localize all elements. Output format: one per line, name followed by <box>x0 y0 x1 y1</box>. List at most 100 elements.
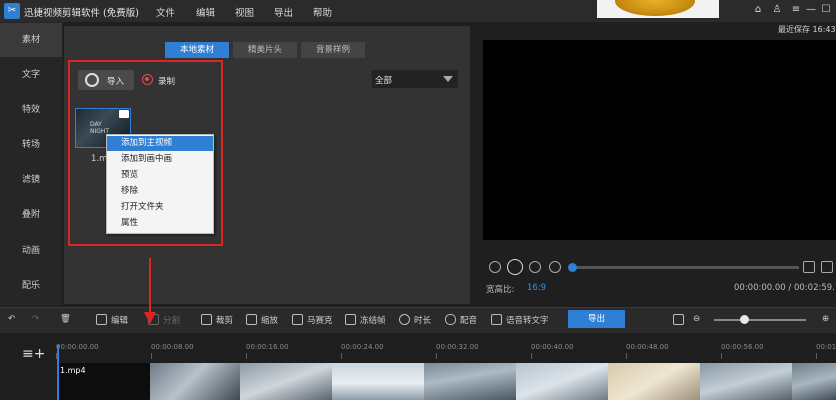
time-readout: 00:00:00.00 / 00:02:59.75 <box>734 283 836 293</box>
record-label: 录制 <box>158 77 176 87</box>
ctx-preview[interactable]: 预览 <box>107 168 213 183</box>
ctx-properties[interactable]: 属性 <box>107 216 213 231</box>
menu-help[interactable]: 帮助 <box>313 5 332 19</box>
sidebar-item-music[interactable]: 配乐 <box>0 269 62 303</box>
sidebar-item-effects[interactable]: 特效 <box>0 93 62 127</box>
speech-to-text-button[interactable]: 语音转文字 <box>491 314 549 328</box>
clip-frame <box>516 363 608 400</box>
export-button[interactable]: 导出 <box>568 310 625 328</box>
undo-icon[interactable]: ↶ <box>8 314 15 328</box>
annotation-arrow <box>149 258 151 314</box>
edit-toolbar: ↶ ↷ 🗑 编辑 分割 裁剪 缩放 马赛克 冻结帧 时长 配音 语音转文字 ⊖ … <box>0 307 836 333</box>
sidebar-item-overlay[interactable]: 叠附 <box>0 198 62 232</box>
ctx-add-to-pip[interactable]: 添加到画中画 <box>107 152 213 167</box>
video-clip[interactable] <box>58 363 836 400</box>
timeline-playhead[interactable] <box>57 345 59 400</box>
player-controls <box>483 256 836 278</box>
title-bar: ✂ 迅捷视频剪辑软件 (免费版) 文件 编辑 视图 导出 帮助 ⌂ ♙ ≡ — … <box>0 0 836 22</box>
autosave-status: 最近保存 16:43 <box>778 25 836 34</box>
shirt-icon[interactable]: ♙ <box>770 3 784 17</box>
record-icon <box>142 74 153 85</box>
sidebar-item-filters[interactable]: 滤镜 <box>0 163 62 197</box>
ctx-open-folder[interactable]: 打开文件夹 <box>107 200 213 215</box>
menu-file[interactable]: 文件 <box>156 5 175 19</box>
timeline-zoom-slider[interactable] <box>714 319 806 321</box>
stop-icon[interactable] <box>549 261 561 273</box>
tick-label: 00:00:16.00 <box>246 343 289 351</box>
time-current: 00:00:00.00 <box>734 283 786 293</box>
menu-icon[interactable]: ≡ <box>789 3 803 17</box>
freeze-frame-icon <box>345 314 356 325</box>
mosaic-button[interactable]: 马赛克 <box>292 314 333 328</box>
minimize-icon[interactable]: — <box>804 3 818 17</box>
prev-frame-icon[interactable] <box>489 261 501 273</box>
record-option[interactable]: 录制 <box>142 70 202 90</box>
clip-frame <box>424 363 516 400</box>
seek-bar[interactable] <box>571 266 799 269</box>
fullscreen-icon[interactable] <box>821 261 833 273</box>
tab-local-media[interactable]: 本地素材 <box>165 42 229 58</box>
promo-banner[interactable] <box>597 0 719 18</box>
seek-handle[interactable] <box>568 263 577 272</box>
clip-frame <box>700 363 792 400</box>
aspect-ratio-value[interactable]: 16:9 <box>527 283 546 293</box>
thumbnail-image-text: DAY NIGHT <box>90 121 110 135</box>
maximize-icon[interactable]: ☐ <box>819 3 833 17</box>
delete-icon[interactable]: 🗑 <box>60 314 71 328</box>
freeze-frame-button[interactable]: 冻结帧 <box>345 314 386 328</box>
import-label: 导入 <box>107 77 125 87</box>
app-logo-icon: ✂ <box>4 3 20 19</box>
home-icon[interactable]: ⌂ <box>751 3 765 17</box>
redo-icon[interactable]: ↷ <box>32 314 39 328</box>
menu-edit[interactable]: 编辑 <box>196 5 215 19</box>
timeline-zoom-handle[interactable] <box>740 315 749 324</box>
video-preview <box>483 40 836 240</box>
coin-image <box>615 0 695 16</box>
screen-fit-icon[interactable] <box>673 314 688 328</box>
filter-value: 全部 <box>375 76 393 86</box>
crop-icon <box>201 314 212 325</box>
add-track-icon[interactable]: ≡+ <box>22 346 45 362</box>
import-icon <box>85 73 99 87</box>
ctx-add-to-main-video[interactable]: 添加到主视频 <box>107 136 213 151</box>
play-icon[interactable] <box>507 259 523 275</box>
menu-view[interactable]: 视图 <box>235 5 254 19</box>
tick-label: 00:01:04.00 <box>816 343 836 351</box>
volume-icon[interactable] <box>803 261 815 273</box>
tab-intros[interactable]: 精美片头 <box>233 42 297 58</box>
microphone-icon <box>445 314 456 325</box>
sidebar-item-text[interactable]: 文字 <box>0 58 62 92</box>
clock-icon <box>399 314 410 325</box>
sidebar-item-media[interactable]: 素材 <box>0 23 62 57</box>
mosaic-icon <box>292 314 303 325</box>
category-sidebar: 素材 文字 特效 转场 滤镜 叠附 动画 配乐 <box>0 22 62 306</box>
zoom-button[interactable]: 缩放 <box>246 314 278 328</box>
video-badge-icon <box>119 110 129 118</box>
media-filter-select[interactable]: 全部 <box>372 70 458 88</box>
tab-backgrounds[interactable]: 背景样例 <box>301 42 365 58</box>
sidebar-item-transitions[interactable]: 转场 <box>0 128 62 162</box>
aspect-ratio-label: 宽高比: <box>486 285 515 295</box>
ctx-remove[interactable]: 移除 <box>107 184 213 199</box>
dubbing-button[interactable]: 配音 <box>445 314 477 328</box>
edit-button[interactable]: 编辑 <box>96 314 128 328</box>
timeline-ruler[interactable]: 00:00:00.00 00:00:08.00 00:00:16.00 00:0… <box>56 340 836 360</box>
clip-frame <box>150 363 240 400</box>
chevron-down-icon <box>443 76 453 82</box>
import-button[interactable]: 导入 <box>78 70 134 90</box>
speech-to-text-icon <box>491 314 502 325</box>
zoom-in-icon[interactable]: ⊕ <box>822 314 829 328</box>
crop-button[interactable]: 裁剪 <box>201 314 233 328</box>
menu-export[interactable]: 导出 <box>274 5 293 19</box>
duration-button[interactable]: 时长 <box>399 314 431 328</box>
clip-frame <box>332 363 424 400</box>
next-frame-icon[interactable] <box>529 261 541 273</box>
media-library-panel: 本地素材 精美片头 背景样例 导入 录制 全部 DAY NIGHT 1.mp4 添… <box>64 26 470 304</box>
sidebar-item-animation[interactable]: 动画 <box>0 234 62 268</box>
zoom-out-icon[interactable]: ⊖ <box>693 314 700 328</box>
tick-label: 00:00:56.00 <box>721 343 764 351</box>
tick-label: 00:00:40.00 <box>531 343 574 351</box>
clip-frame <box>240 363 332 400</box>
clip-frame <box>608 363 700 400</box>
annotation-arrow-head <box>144 312 156 324</box>
